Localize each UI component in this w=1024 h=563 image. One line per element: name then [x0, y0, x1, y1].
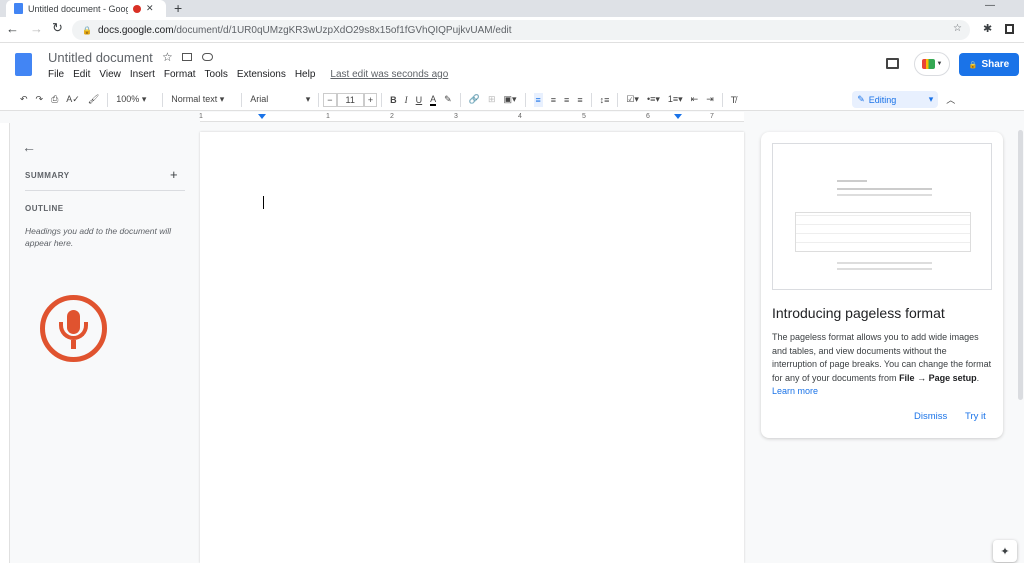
- bold-button[interactable]: B: [390, 95, 397, 105]
- collapse-toolbar-icon[interactable]: ︿: [946, 93, 955, 106]
- highlight-icon[interactable]: ✎: [444, 94, 452, 105]
- share-label: Share: [981, 59, 1010, 70]
- outline-panel: ← SUMMARY + OUTLINE Headings you add to …: [10, 123, 200, 563]
- align-right-icon[interactable]: ≡: [564, 95, 569, 105]
- close-outline-arrow-icon[interactable]: ←: [22, 139, 36, 155]
- comments-icon[interactable]: [886, 58, 899, 69]
- pageless-preview-illustration: [772, 143, 992, 290]
- extensions-icon[interactable]: ✱: [983, 22, 992, 35]
- paint-format-icon[interactable]: 🖌: [88, 94, 99, 105]
- font-select[interactable]: Arial ▾: [250, 94, 310, 105]
- back-icon[interactable]: ←: [6, 21, 19, 36]
- address-bar-row: ← → ↻ 🔒 docs.google.com/document/d/1UR0q…: [0, 17, 1024, 43]
- dismiss-button[interactable]: Dismiss: [914, 411, 947, 422]
- docs-logo-icon[interactable]: [15, 53, 32, 76]
- menu-edit[interactable]: Edit: [73, 69, 90, 80]
- outline-hint: Headings you add to the document will ap…: [25, 226, 172, 248]
- cloud-status-icon: [202, 53, 213, 61]
- pageless-promo-card: Introducing pageless format The pageless…: [761, 132, 1003, 438]
- text-color-button[interactable]: A: [430, 94, 437, 106]
- line-spacing-icon[interactable]: ↕≡: [600, 95, 610, 105]
- last-edit-link[interactable]: Last edit was seconds ago: [330, 69, 448, 80]
- summary-heading: SUMMARY: [25, 171, 70, 180]
- recording-icon: [133, 4, 141, 13]
- menu-help[interactable]: Help: [295, 69, 316, 80]
- url-path: /document/d/1UR0qUMzgKR3wUzpXdO29s8x15of…: [173, 24, 512, 36]
- style-select[interactable]: Normal text ▾: [171, 94, 233, 105]
- learn-more-link[interactable]: Learn more: [772, 386, 818, 396]
- meet-icon: [921, 59, 935, 69]
- explore-icon: ✦: [1000, 545, 1010, 558]
- increase-indent-icon[interactable]: ⇥: [706, 94, 714, 105]
- star-icon[interactable]: ☆: [162, 50, 173, 64]
- font-size-input[interactable]: 11: [336, 92, 364, 107]
- horizontal-ruler[interactable]: 1 1 2 3 4 5 6 7: [199, 112, 744, 123]
- close-tab-icon[interactable]: ✕: [146, 3, 154, 14]
- left-indent-marker[interactable]: [258, 114, 266, 123]
- reload-icon[interactable]: ↻: [52, 20, 63, 36]
- justify-icon[interactable]: ≡: [577, 95, 582, 105]
- align-left-icon[interactable]: ≡: [533, 92, 543, 107]
- side-panel-icon[interactable]: [1005, 24, 1014, 34]
- url-domain: docs.google.com: [97, 24, 174, 36]
- doc-title[interactable]: Untitled document: [48, 50, 153, 65]
- zoom-select[interactable]: 100% ▾: [116, 94, 154, 105]
- link-icon[interactable]: 🔗: [469, 94, 480, 105]
- vertical-ruler[interactable]: [0, 123, 10, 563]
- right-indent-marker[interactable]: [674, 114, 682, 123]
- italic-button[interactable]: I: [405, 95, 408, 105]
- add-summary-icon[interactable]: +: [170, 167, 178, 182]
- menu-file[interactable]: File: [48, 69, 64, 80]
- decrease-indent-icon[interactable]: ⇤: [691, 94, 699, 105]
- forward-icon[interactable]: →: [30, 21, 43, 36]
- increase-font-size-button[interactable]: +: [363, 92, 378, 107]
- menu-view[interactable]: View: [99, 69, 121, 80]
- menu-tools[interactable]: Tools: [205, 69, 228, 80]
- scrollbar[interactable]: [1018, 130, 1023, 400]
- text-cursor: [263, 196, 264, 209]
- tab-title: Untitled document - Google: [28, 3, 128, 14]
- underline-button[interactable]: U: [416, 95, 423, 105]
- docs-favicon-icon: [14, 3, 23, 14]
- move-folder-icon[interactable]: [182, 53, 192, 61]
- toolbar: ↶ ↷ ⎙ A✓ 🖌 100% ▾ Normal text ▾ Arial ▾ …: [0, 89, 1024, 111]
- bookmark-star-icon[interactable]: ☆: [953, 23, 962, 34]
- meet-button[interactable]: ▼: [914, 52, 950, 76]
- voice-typing-mic-icon[interactable]: [40, 295, 107, 362]
- bulleted-list-icon[interactable]: •≡▾: [647, 94, 660, 105]
- clear-formatting-icon[interactable]: T̸: [731, 95, 737, 105]
- minimize-icon[interactable]: —: [985, 0, 995, 11]
- lock-icon: 🔒: [968, 61, 978, 69]
- explore-button[interactable]: ✦: [993, 540, 1017, 562]
- menu-extensions[interactable]: Extensions: [237, 69, 286, 80]
- editing-mode-select[interactable]: ✎ Editing ▾: [852, 91, 939, 108]
- browser-tab[interactable]: Untitled document - Google ✕: [6, 0, 166, 17]
- tab-strip: Untitled document - Google ✕ + —: [0, 0, 1024, 17]
- url-input[interactable]: 🔒 docs.google.com/document/d/1UR0qUMzgKR…: [72, 20, 970, 40]
- print-icon[interactable]: ⎙: [51, 94, 58, 105]
- menu-insert[interactable]: Insert: [130, 69, 155, 80]
- share-button[interactable]: 🔒 Share: [959, 53, 1019, 76]
- redo-icon[interactable]: ↷: [36, 94, 44, 105]
- lock-icon: 🔒: [82, 25, 92, 35]
- checklist-icon[interactable]: ☑▾: [626, 94, 639, 105]
- document-page[interactable]: [200, 132, 744, 563]
- undo-icon[interactable]: ↶: [20, 94, 28, 105]
- card-title: Introducing pageless format: [772, 305, 945, 321]
- align-center-icon[interactable]: ≡: [551, 95, 556, 105]
- numbered-list-icon[interactable]: 1≡▾: [668, 94, 683, 105]
- try-it-button[interactable]: Try it: [965, 411, 986, 422]
- menu-bar: File Edit View Insert Format Tools Exten…: [48, 69, 457, 80]
- new-tab-icon[interactable]: +: [174, 0, 182, 16]
- card-body: The pageless format allows you to add wi…: [772, 332, 992, 396]
- comment-add-icon[interactable]: ⊞: [488, 94, 496, 105]
- menu-format[interactable]: Format: [164, 69, 196, 80]
- docs-header: Untitled document ☆ File Edit View Inser…: [0, 43, 1024, 89]
- pencil-icon: ✎: [857, 94, 865, 104]
- spellcheck-icon[interactable]: A✓: [66, 94, 80, 105]
- decrease-font-size-button[interactable]: −: [323, 92, 337, 107]
- outline-heading: OUTLINE: [25, 204, 64, 213]
- image-icon[interactable]: ▣▾: [503, 94, 516, 105]
